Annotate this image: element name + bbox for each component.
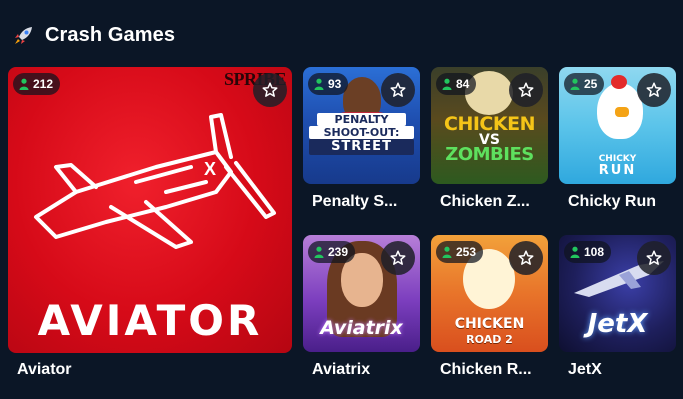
chicken-comb bbox=[611, 75, 627, 89]
svg-text:X: X bbox=[204, 159, 216, 179]
game-name[interactable]: Aviatrix bbox=[312, 361, 370, 379]
game-name[interactable]: Chicken Z... bbox=[440, 193, 530, 211]
game-name[interactable]: Aviator bbox=[17, 361, 72, 379]
favorite-button[interactable] bbox=[637, 73, 671, 107]
person-icon bbox=[314, 78, 324, 90]
game-logo-text: CHICKEN ROAD 2 bbox=[431, 317, 548, 347]
favorite-button[interactable] bbox=[253, 73, 287, 107]
favorite-button[interactable] bbox=[509, 241, 543, 275]
person-icon bbox=[570, 246, 580, 258]
airplane-illustration: X bbox=[34, 113, 276, 249]
game-logo-text: Aviatrix bbox=[320, 317, 403, 339]
person-icon bbox=[314, 246, 324, 258]
game-card-aviator[interactable]: X SPRIBE AVIATOR 212 bbox=[8, 67, 292, 353]
game-logo-text: JetX bbox=[587, 309, 648, 339]
game-card-chicky-run[interactable]: CHICKY RUN 25 bbox=[559, 67, 676, 184]
game-thumbnail: X SPRIBE AVIATOR bbox=[8, 67, 292, 353]
players-count: 25 bbox=[584, 77, 598, 91]
players-count: 253 bbox=[456, 245, 477, 259]
favorite-button[interactable] bbox=[637, 241, 671, 275]
players-badge: 253 bbox=[436, 241, 484, 263]
players-badge: 108 bbox=[564, 241, 612, 263]
star-outline-icon bbox=[646, 82, 662, 97]
game-card-chicken-vs-zombies[interactable]: CHICKEN VS ZOMBIES 84 bbox=[431, 67, 548, 184]
game-name[interactable]: Chicken R... bbox=[440, 361, 532, 379]
favorite-button[interactable] bbox=[381, 73, 415, 107]
star-outline-icon bbox=[262, 82, 278, 97]
section-title: Crash Games bbox=[45, 23, 176, 46]
game-name[interactable]: Penalty S... bbox=[312, 193, 397, 211]
players-badge: 239 bbox=[308, 241, 356, 263]
favorite-button[interactable] bbox=[509, 73, 543, 107]
logo-line: ROAD 2 bbox=[466, 333, 513, 346]
logo-line: STREET bbox=[309, 139, 414, 155]
favorite-button[interactable] bbox=[381, 241, 415, 275]
players-count: 108 bbox=[584, 245, 605, 259]
person-icon bbox=[570, 78, 580, 90]
game-logo-text: AVIATOR bbox=[37, 296, 263, 345]
players-count: 239 bbox=[328, 245, 349, 259]
star-outline-icon bbox=[646, 250, 662, 265]
logo-line: PENALTY bbox=[317, 113, 406, 126]
game-logo-text: CHICKEN VS ZOMBIES bbox=[431, 113, 548, 165]
star-outline-icon bbox=[390, 82, 406, 97]
logo-line: SHOOT-OUT: bbox=[309, 126, 414, 139]
star-outline-icon bbox=[518, 250, 534, 265]
chicken-beak bbox=[615, 107, 629, 117]
game-card-jetx[interactable]: JetX 108 bbox=[559, 235, 676, 352]
game-logo-text: PENALTY SHOOT-OUT: STREET bbox=[303, 113, 420, 155]
game-name[interactable]: Chicky Run bbox=[568, 193, 656, 211]
players-badge: 212 bbox=[13, 73, 61, 95]
players-count: 212 bbox=[33, 77, 54, 91]
person-icon bbox=[442, 246, 452, 258]
game-logo-text: CHICKY RUN bbox=[559, 153, 676, 177]
star-outline-icon bbox=[518, 82, 534, 97]
logo-line: CHICKEN bbox=[454, 316, 525, 332]
players-badge: 25 bbox=[564, 73, 605, 95]
players-count: 93 bbox=[328, 77, 342, 91]
game-name[interactable]: JetX bbox=[568, 361, 602, 379]
star-outline-icon bbox=[390, 250, 406, 265]
game-card-aviatrix[interactable]: Aviatrix 239 bbox=[303, 235, 420, 352]
person-icon bbox=[19, 78, 29, 90]
players-badge: 93 bbox=[308, 73, 349, 95]
game-card-chicken-road-2[interactable]: CHICKEN ROAD 2 253 bbox=[431, 235, 548, 352]
person-icon bbox=[442, 78, 452, 90]
game-card-penalty-shoot-out[interactable]: PENALTY SHOOT-OUT: STREET 93 bbox=[303, 67, 420, 184]
rocket-icon bbox=[15, 27, 32, 44]
players-badge: 84 bbox=[436, 73, 477, 95]
players-count: 84 bbox=[456, 77, 470, 91]
logo-line: ZOMBIES bbox=[445, 144, 534, 165]
logo-line: RUN bbox=[598, 163, 637, 178]
section-header: Crash Games bbox=[12, 20, 175, 50]
